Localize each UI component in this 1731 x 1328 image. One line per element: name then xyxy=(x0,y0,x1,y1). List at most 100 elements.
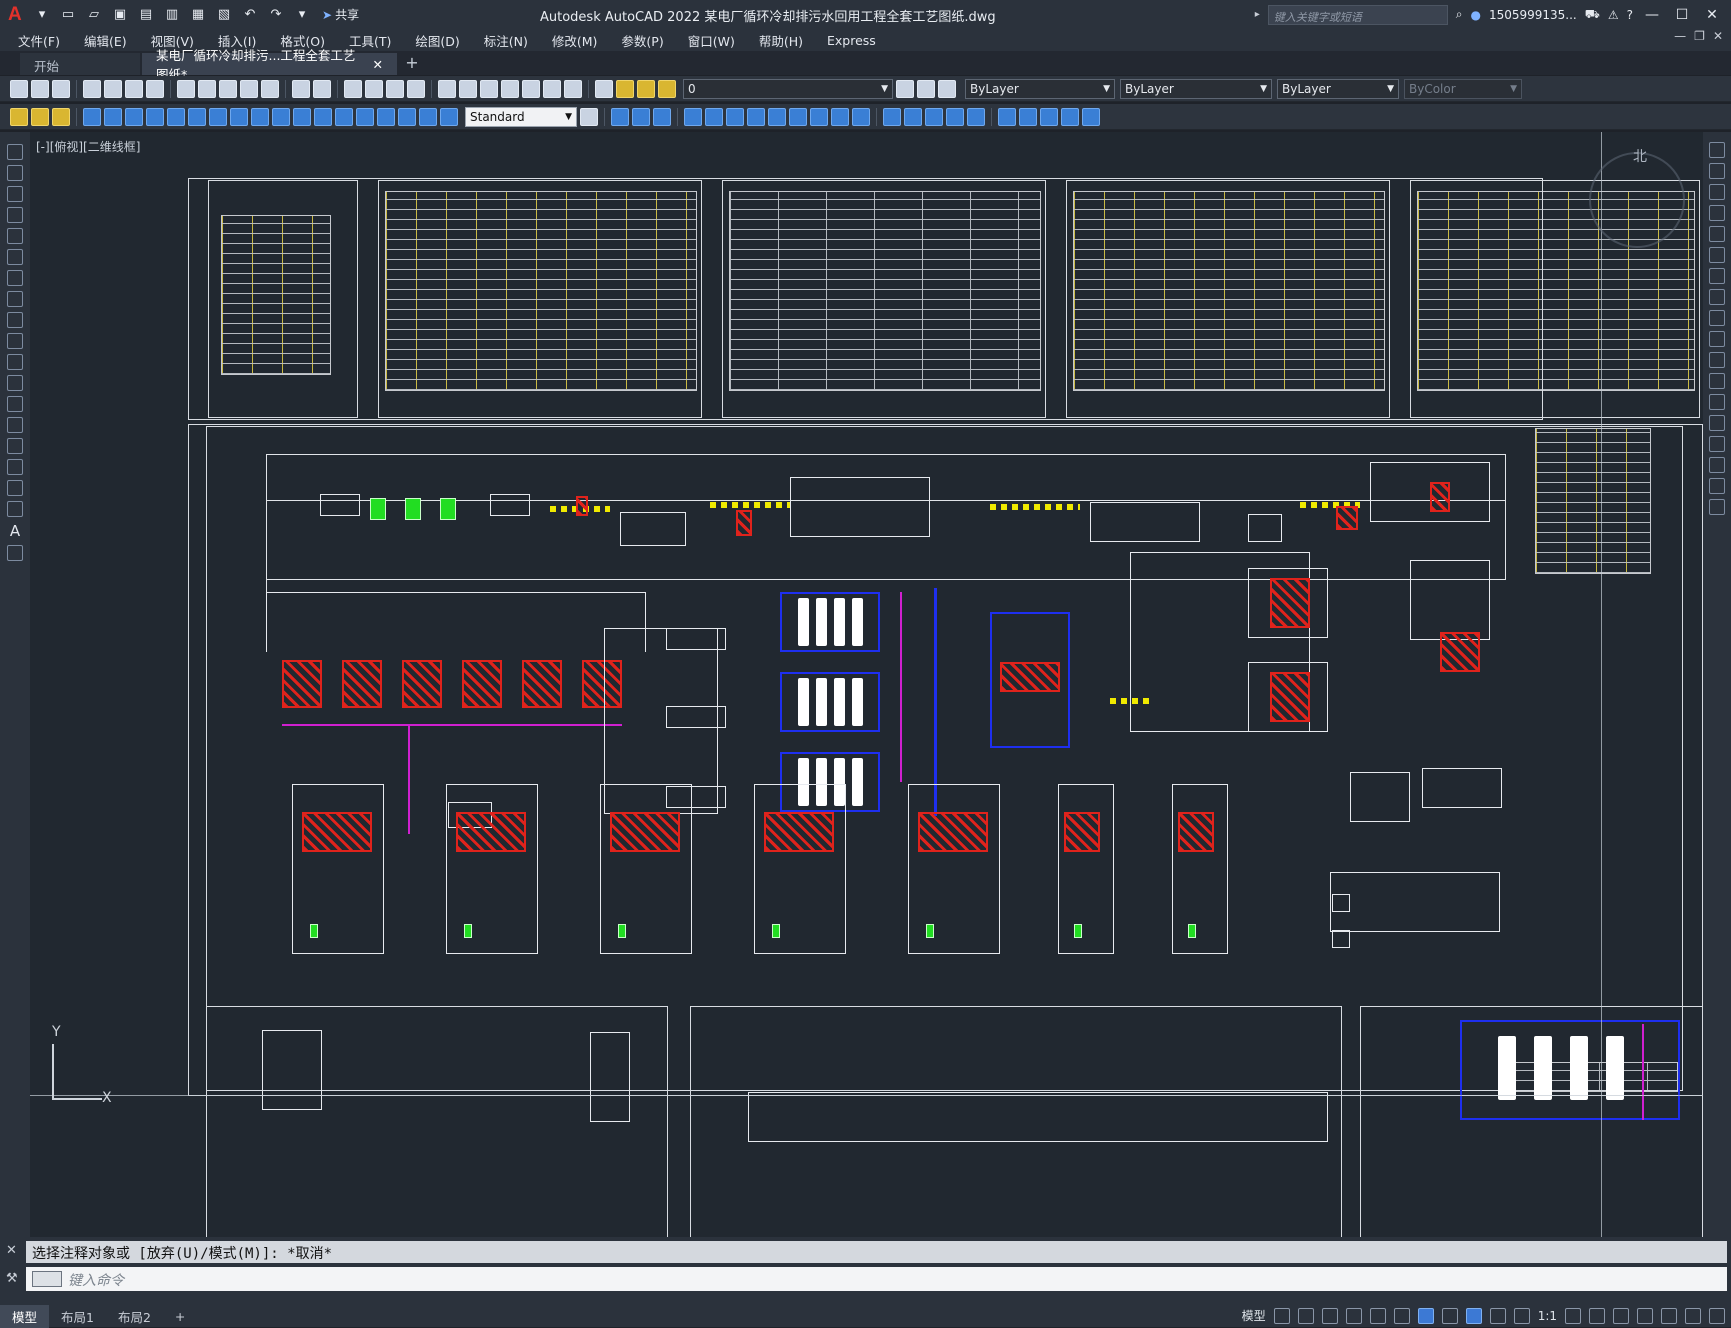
menu-file[interactable]: 文件(F) xyxy=(18,31,60,50)
search-icon[interactable]: ⌕ xyxy=(1456,7,1463,22)
model-space-label[interactable]: 模型 xyxy=(1242,1307,1266,1324)
bring-front-icon[interactable] xyxy=(1019,107,1037,126)
layer-walk-icon[interactable] xyxy=(52,107,70,126)
lineweight-icon[interactable] xyxy=(1441,1307,1458,1324)
linetype-dropdown[interactable]: ByLayer ▼ xyxy=(1120,78,1272,99)
join-icon[interactable] xyxy=(852,107,870,126)
help-icon[interactable]: ? xyxy=(1627,8,1633,22)
copy-modify-icon[interactable] xyxy=(611,107,629,126)
menu-help[interactable]: 帮助(H) xyxy=(759,31,803,50)
send-back-icon[interactable] xyxy=(1040,107,1058,126)
trim-object-icon[interactable] xyxy=(1709,331,1725,347)
save-icon[interactable]: ▣ xyxy=(110,6,130,24)
spline-icon[interactable] xyxy=(7,312,23,328)
polar-tracking-icon[interactable] xyxy=(1345,1307,1362,1324)
layer-on-bulb-icon[interactable] xyxy=(616,79,634,98)
multiline-text-icon[interactable]: A xyxy=(10,522,20,540)
layer-tools-icon[interactable] xyxy=(10,107,28,126)
jogged-dim-icon[interactable] xyxy=(188,107,206,126)
autocad-logo-icon[interactable]: A xyxy=(8,4,26,25)
menu-dimension[interactable]: 标注(N) xyxy=(484,31,528,50)
annotation-visibility-icon[interactable] xyxy=(1465,1307,1482,1324)
share-button[interactable]: ➤ 共享 xyxy=(322,6,359,23)
dim-edit-icon[interactable] xyxy=(419,107,437,126)
ellipse-icon[interactable] xyxy=(7,333,23,349)
menu-modify[interactable]: 修改(M) xyxy=(552,31,598,50)
color-dropdown[interactable]: ByLayer ▼ xyxy=(965,78,1115,99)
menu-edit[interactable]: 编辑(E) xyxy=(84,31,127,50)
minimize-icon[interactable]: — xyxy=(1641,7,1663,23)
explode-icon[interactable] xyxy=(925,107,943,126)
mirror-icon[interactable] xyxy=(632,107,650,126)
extend-icon[interactable] xyxy=(810,107,828,126)
viewport-controls-label[interactable]: [-][俯视][二维线框] xyxy=(36,138,140,155)
open-file-icon[interactable]: ▱ xyxy=(84,6,104,24)
stretch-object-icon[interactable] xyxy=(1709,310,1725,326)
new-icon[interactable] xyxy=(10,79,28,98)
tab-start[interactable]: 开始 xyxy=(20,53,140,75)
snap-icon[interactable] xyxy=(1297,1307,1314,1324)
text-style-dropdown[interactable]: Standard ▼ xyxy=(465,106,577,127)
open-icon[interactable] xyxy=(31,79,49,98)
baseline-dim-icon[interactable] xyxy=(272,107,290,126)
diameter-dim-icon[interactable] xyxy=(209,107,227,126)
app-menu-chevron-icon[interactable]: ▾ xyxy=(32,6,52,24)
add-layout-button[interactable]: + xyxy=(163,1307,197,1326)
close-window-icon[interactable]: ✕ xyxy=(1701,7,1723,23)
ordinate-dim-icon[interactable] xyxy=(146,107,164,126)
pan-icon[interactable] xyxy=(344,79,362,98)
undo-icon[interactable]: ↶ xyxy=(240,6,260,24)
paste-icon[interactable] xyxy=(219,79,237,98)
user-account[interactable]: 1505999135... xyxy=(1489,8,1577,22)
fillet-object-icon[interactable] xyxy=(1709,457,1725,473)
redo-icon[interactable]: ↷ xyxy=(266,6,286,24)
tolerance-icon[interactable] xyxy=(335,107,353,126)
close-icon[interactable]: ✕ xyxy=(6,1243,17,1258)
object-snap-icon[interactable] xyxy=(1417,1307,1434,1324)
clean-screen-icon[interactable] xyxy=(1685,1307,1701,1324)
rectangle-icon[interactable] xyxy=(7,228,23,244)
extend-object-icon[interactable] xyxy=(1709,352,1725,368)
quick-dim-icon[interactable] xyxy=(251,107,269,126)
auto-scale-icon[interactable] xyxy=(1489,1307,1506,1324)
offset-icon[interactable] xyxy=(653,107,671,126)
menu-parametric[interactable]: 参数(P) xyxy=(621,31,663,50)
gradient-icon[interactable] xyxy=(7,459,23,475)
isolate-objects-icon[interactable] xyxy=(1661,1307,1677,1324)
rotate-object-icon[interactable] xyxy=(1709,268,1725,284)
text-front-icon[interactable] xyxy=(1061,107,1079,126)
workspace-gear-icon[interactable] xyxy=(1565,1307,1581,1324)
dim-space-icon[interactable] xyxy=(314,107,332,126)
break-icon[interactable] xyxy=(831,107,849,126)
viewcube-compass[interactable] xyxy=(1589,152,1685,248)
mirror-object-icon[interactable] xyxy=(1709,184,1725,200)
make-current-layer-icon[interactable] xyxy=(896,79,914,98)
continue-dim-icon[interactable] xyxy=(293,107,311,126)
trim-icon[interactable] xyxy=(789,107,807,126)
scale-value[interactable]: 1:1 xyxy=(1538,1309,1557,1323)
scale-icon[interactable] xyxy=(747,107,765,126)
join-object-icon[interactable] xyxy=(1709,415,1725,431)
line-tool-icon[interactable] xyxy=(7,144,23,160)
dim-text-edit-icon[interactable] xyxy=(440,107,458,126)
copy-icon[interactable] xyxy=(198,79,216,98)
aligned-dim-icon[interactable] xyxy=(104,107,122,126)
menu-window[interactable]: 窗口(W) xyxy=(688,31,735,50)
menu-express[interactable]: Express xyxy=(827,33,876,48)
make-block-icon[interactable] xyxy=(7,396,23,412)
drawing-canvas[interactable]: [-][俯视][二维线框] 北 Y X xyxy=(30,132,1703,1237)
break-at-point-icon[interactable] xyxy=(1709,373,1725,389)
jogged-linear-icon[interactable] xyxy=(398,107,416,126)
fillet-icon[interactable] xyxy=(904,107,922,126)
customization-menu-icon[interactable] xyxy=(1709,1307,1725,1324)
new-file-icon[interactable]: ▭ xyxy=(58,6,78,24)
search-input[interactable]: 键入关键字或短语 xyxy=(1267,4,1448,25)
angular-dim-icon[interactable] xyxy=(230,107,248,126)
explode-object-icon[interactable] xyxy=(1709,499,1725,515)
lineweight-dropdown[interactable]: ByLayer ▼ xyxy=(1277,78,1399,99)
radius-dim-icon[interactable] xyxy=(167,107,185,126)
ortho-icon[interactable] xyxy=(1321,1307,1338,1324)
tab-close-icon[interactable]: ✕ xyxy=(373,57,383,72)
match-properties-icon[interactable] xyxy=(240,79,258,98)
properties-icon[interactable] xyxy=(438,79,456,98)
